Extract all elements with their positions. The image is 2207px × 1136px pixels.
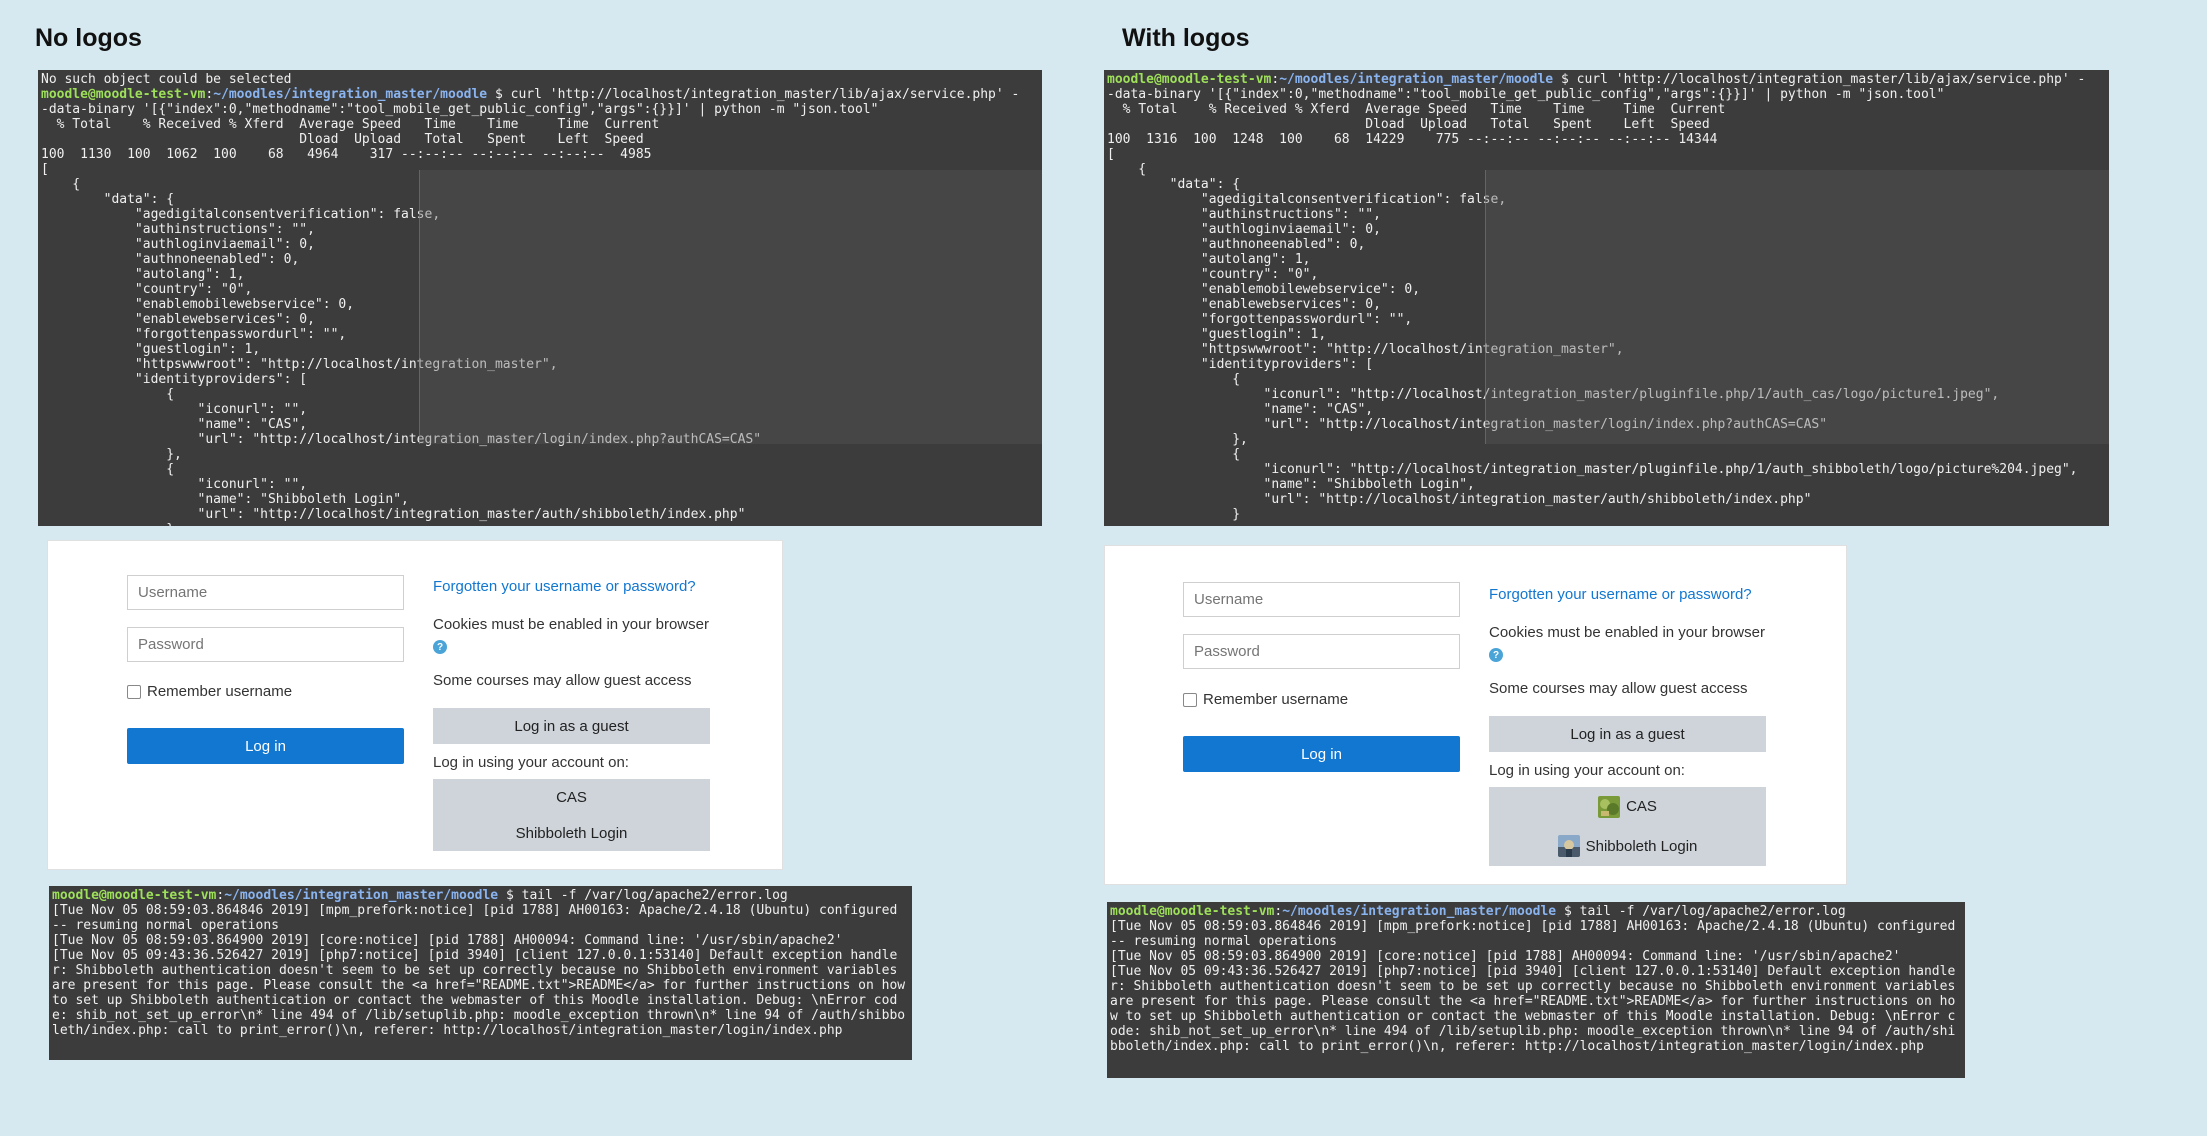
shibboleth-login-button[interactable]: Shibboleth Login [433,815,710,851]
prompt-path: ~/moodles/integration_master/moodle [1282,904,1557,919]
remember-checkbox[interactable] [127,684,141,699]
cookies-text: Cookies must be enabled in your browser [433,616,709,633]
remember-checkbox[interactable] [1183,692,1197,707]
prompt-user: moodle@moodle-test-vm [41,87,206,102]
prompt-command: $ tail -f /var/log/apache2/error.log [1556,904,1846,919]
password-field[interactable] [127,627,404,662]
prompt-command: $ curl 'http://localhost/integration_mas… [1553,72,2086,87]
shibboleth-logo-image [1557,835,1580,858]
background-window [418,170,1042,444]
right-login-panel: Remember username Log in Forgotten your … [1104,545,1847,885]
log-line: [Tue Nov 05 08:59:03.864846 2019] [mpm_p… [1110,919,1964,949]
guest-access-text: Some courses may allow guest access [1489,680,1748,697]
remember-label: Remember username [1203,691,1349,708]
shibboleth-login-button[interactable]: Shibboleth Login [1489,827,1766,867]
password-field[interactable] [1183,634,1460,669]
prompt-path: ~/moodles/integration_master/moodle [224,888,499,903]
terminal-line: % Total % Received % Xferd Average Speed… [41,117,660,132]
cas-logo-image [1598,795,1621,818]
terminal-line: }, [41,447,182,462]
terminal-line: Dload Upload Total Spent Left Speed [1107,117,1710,132]
login-button[interactable]: Log in [127,728,404,764]
cas-login-button[interactable]: CAS [433,779,710,815]
cookies-text: Cookies must be enabled in your browser [1489,624,1765,641]
terminal-line: } [1107,507,1241,522]
identity-providers: CAS Shibboleth Login [433,779,710,851]
terminal-line: -data-binary '[{"index":0,"methodname":"… [1107,87,1945,102]
account-text: Log in using your account on: [433,754,629,771]
right-heading: With logos [1122,24,1250,52]
prompt-path: ~/moodles/integration_master/moodle [213,87,488,102]
account-text: Log in using your account on: [1489,762,1685,779]
shibboleth-label: Shibboleth Login [1585,837,1698,855]
cas-label: CAS [1626,798,1657,816]
left-login-panel: Remember username Log in Forgotten your … [47,540,783,870]
terminal-line: [ [1107,147,1115,162]
shibboleth-label: Shibboleth Login [515,824,628,842]
identity-providers: CAS Shibboleth Login [1489,787,1766,866]
terminal-line: 100 1130 100 1062 100 68 4964 317 --:--:… [41,147,652,162]
prompt-user: moodle@moodle-test-vm [1110,904,1275,919]
log-line: [Tue Nov 05 08:59:03.864846 2019] [mpm_p… [52,903,906,933]
terminal-prompt-line: moodle@moodle-test-vm:~/moodles/integrat… [1107,72,2086,87]
login-button[interactable]: Log in [1183,736,1460,772]
remember-row[interactable]: Remember username [127,683,292,700]
forgot-password-link[interactable]: Forgotten your username or password? [433,578,696,595]
terminal-line: { [41,462,175,477]
terminal-line: "url": "http://localhost/integration_mas… [41,507,746,522]
help-icon[interactable]: ? [1489,648,1503,662]
remember-row[interactable]: Remember username [1183,691,1348,708]
right-curl-terminal[interactable]: moodle@moodle-test-vm:~/moodles/integrat… [1104,70,2109,526]
terminal-line: "iconurl": "", [41,477,308,492]
terminal-line: "iconurl": "http://localhost/integration… [1107,462,2078,477]
background-window [1484,170,2109,444]
terminal-line: { [1107,447,1241,462]
help-icon[interactable]: ? [433,640,447,654]
prompt-user: moodle@moodle-test-vm [1107,72,1272,87]
cas-label: CAS [556,788,587,806]
guest-login-button[interactable]: Log in as a guest [1489,716,1766,752]
left-heading: No logos [35,24,142,52]
right-log-terminal[interactable]: moodle@moodle-test-vm:~/moodles/integrat… [1107,902,1965,1078]
username-field[interactable] [1183,582,1460,617]
left-curl-terminal[interactable]: No such object could be selected moodle@m… [38,70,1042,526]
terminal-prompt-line: moodle@moodle-test-vm:~/moodles/integrat… [41,87,1020,102]
prompt-path: ~/moodles/integration_master/moodle [1279,72,1554,87]
prompt-command: $ curl 'http://localhost/integration_mas… [487,87,1020,102]
terminal-line: "url": "http://localhost/integration_mas… [1107,492,1812,507]
left-log-terminal[interactable]: moodle@moodle-test-vm:~/moodles/integrat… [49,886,912,1060]
log-line: [Tue Nov 05 09:43:36.526427 2019] [php7:… [1110,964,1964,1054]
prompt-user: moodle@moodle-test-vm [52,888,217,903]
terminal-line: Dload Upload Total Spent Left Speed [41,132,644,147]
forgot-password-link[interactable]: Forgotten your username or password? [1489,586,1752,603]
log-line: [Tue Nov 05 09:43:36.526427 2019] [php7:… [52,948,906,1038]
terminal-line: } [41,522,1039,526]
prompt-command: $ tail -f /var/log/apache2/error.log [498,888,788,903]
log-line: [Tue Nov 05 08:59:03.864900 2019] [core:… [52,933,843,948]
terminal-line: "name": "Shibboleth Login", [1107,477,1475,492]
guest-login-button[interactable]: Log in as a guest [433,708,710,744]
terminal-line: 100 1316 100 1248 100 68 14229 775 --:--… [1107,132,1718,147]
terminal-line: No such object could be selected [41,72,292,87]
cas-login-button[interactable]: CAS [1489,787,1766,827]
terminal-line: -data-binary '[{"index":0,"methodname":"… [41,102,879,117]
remember-label: Remember username [147,683,293,700]
guest-access-text: Some courses may allow guest access [433,672,692,689]
log-line: [Tue Nov 05 08:59:03.864900 2019] [core:… [1110,949,1901,964]
terminal-line: "name": "Shibboleth Login", [41,492,409,507]
terminal-line: % Total % Received % Xferd Average Speed… [1107,102,1726,117]
username-field[interactable] [127,575,404,610]
